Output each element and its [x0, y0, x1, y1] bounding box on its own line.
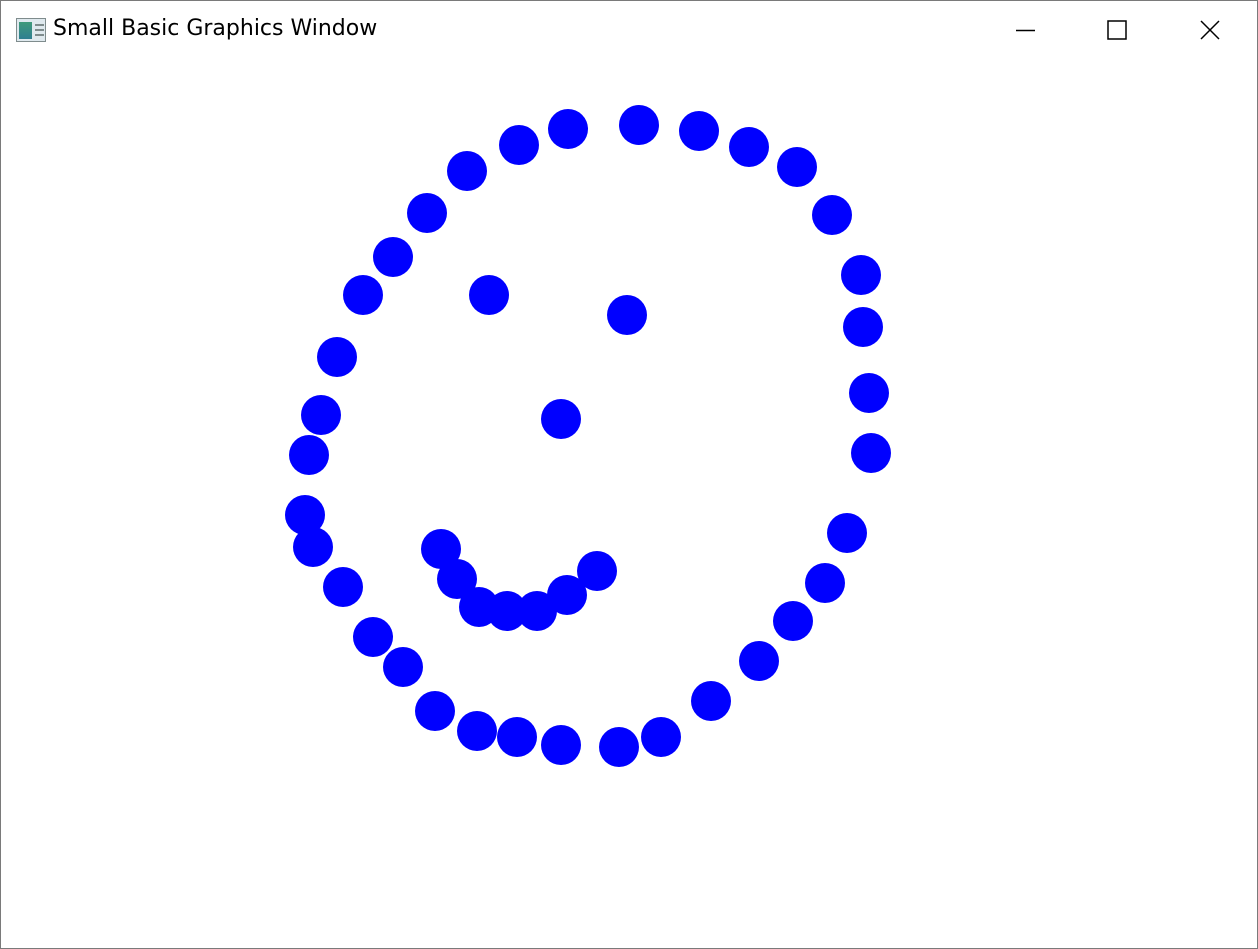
blue-dot [851, 433, 891, 473]
blue-dot [353, 617, 393, 657]
blue-dot [317, 337, 357, 377]
blue-dot [691, 681, 731, 721]
blue-dot [301, 395, 341, 435]
close-button[interactable] [1163, 1, 1255, 59]
blue-dot [679, 111, 719, 151]
blue-dot [641, 717, 681, 757]
window-title: Small Basic Graphics Window [53, 16, 378, 41]
app-icon-pane [19, 22, 32, 39]
blue-dot [739, 641, 779, 681]
blue-dot [373, 237, 413, 277]
blue-dot [849, 373, 889, 413]
blue-dot [541, 399, 581, 439]
blue-dot [777, 147, 817, 187]
maximize-button[interactable] [1071, 1, 1163, 59]
minimize-icon [1016, 29, 1035, 32]
blue-dot [619, 105, 659, 145]
blue-dot [289, 435, 329, 475]
blue-dot [827, 513, 867, 553]
blue-dot [548, 109, 588, 149]
blue-dot [805, 563, 845, 603]
graphics-canvas[interactable] [1, 59, 1257, 948]
blue-dot [729, 127, 769, 167]
blue-dot [843, 307, 883, 347]
app-icon-line [35, 29, 44, 31]
blue-dot [323, 567, 363, 607]
blue-dot [415, 691, 455, 731]
blue-dot [447, 151, 487, 191]
blue-dot [457, 711, 497, 751]
graphics-window: Small Basic Graphics Window [0, 0, 1258, 949]
title-bar[interactable]: Small Basic Graphics Window [1, 1, 1257, 59]
blue-dot [343, 275, 383, 315]
blue-dot [407, 193, 447, 233]
blue-dot [607, 295, 647, 335]
blue-dot [599, 727, 639, 767]
minimize-button[interactable] [979, 1, 1071, 59]
blue-dot [469, 275, 509, 315]
app-icon-line [35, 24, 44, 26]
drawing-surface [285, 105, 891, 767]
blue-dot [841, 255, 881, 295]
small-basic-app-icon[interactable] [16, 18, 46, 42]
close-icon [1200, 20, 1220, 40]
blue-dot [499, 125, 539, 165]
blue-dot [285, 495, 325, 535]
maximize-icon [1107, 20, 1127, 40]
blue-dot [383, 647, 423, 687]
app-icon-line [35, 34, 44, 36]
blue-dot [577, 551, 617, 591]
blue-dot [497, 717, 537, 757]
blue-dot [812, 195, 852, 235]
blue-dot [773, 601, 813, 641]
blue-dot [541, 725, 581, 765]
